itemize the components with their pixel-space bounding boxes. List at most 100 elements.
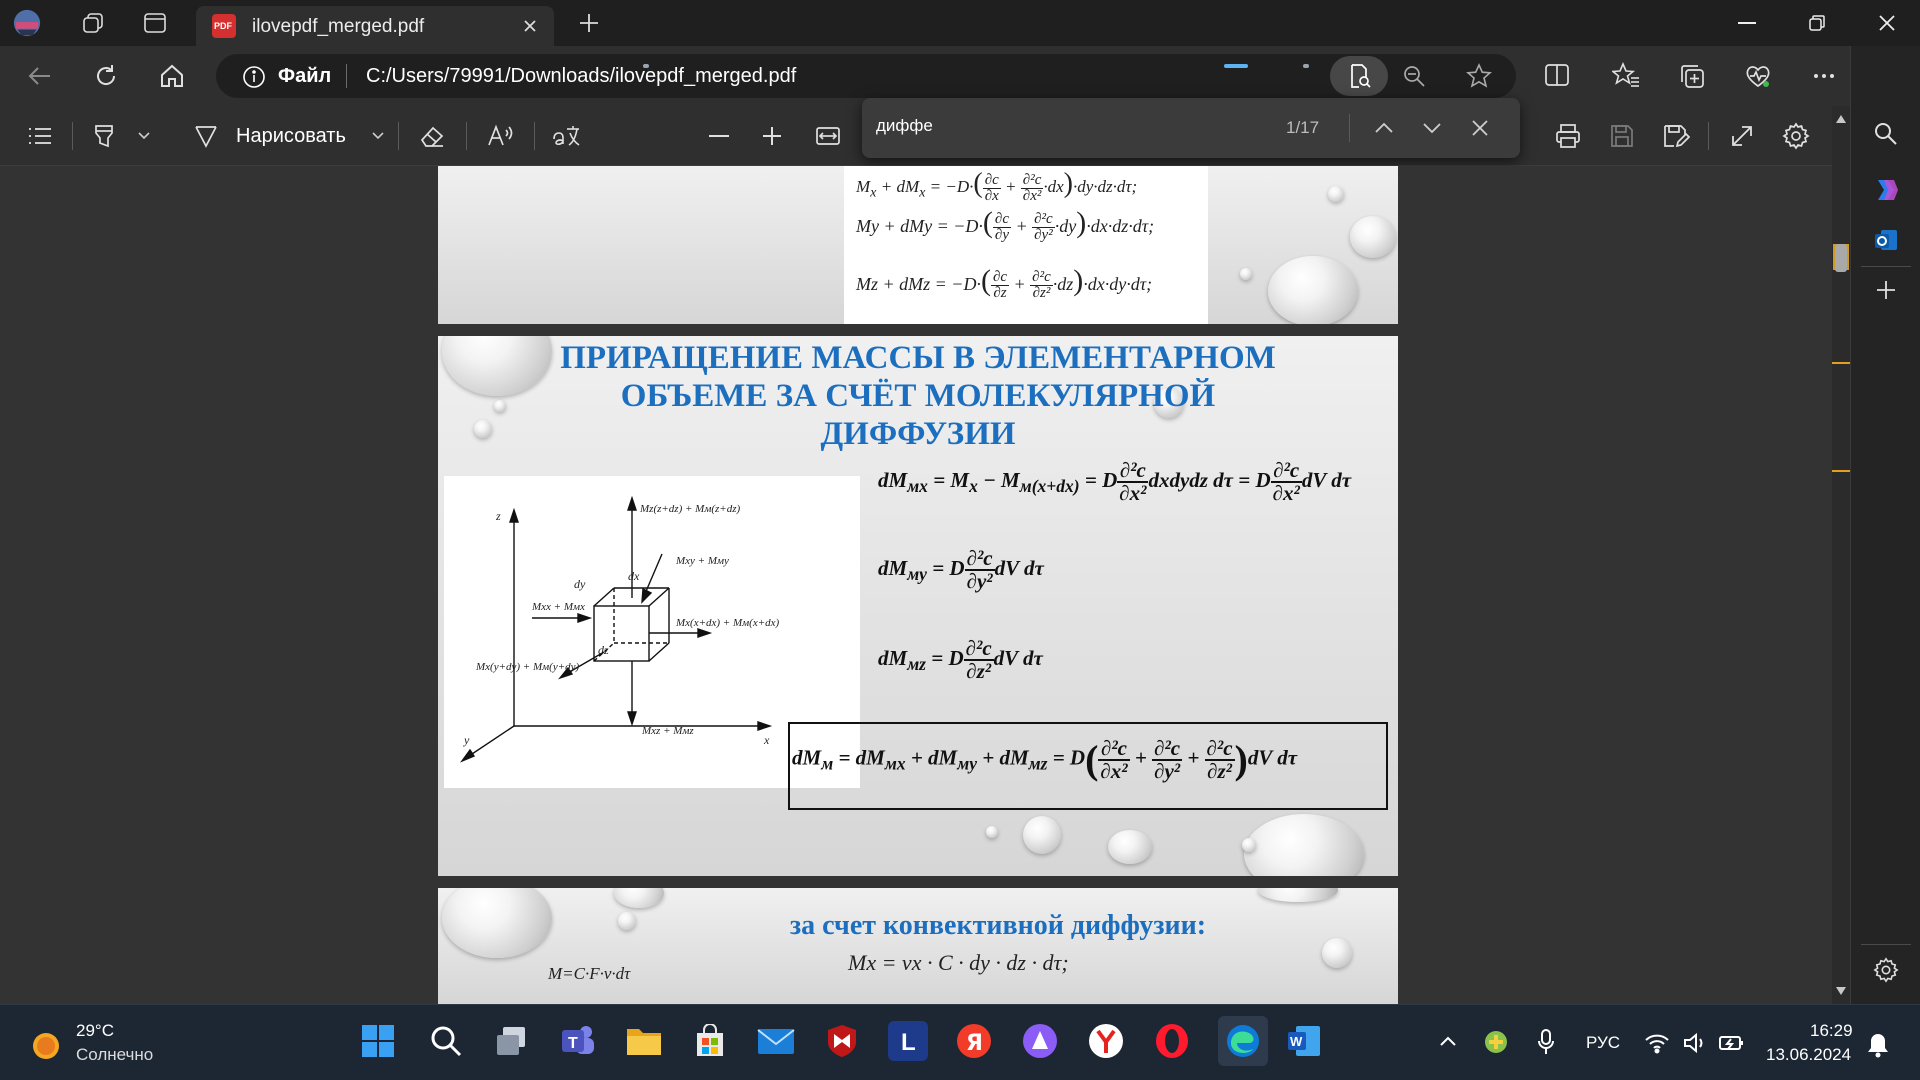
wifi-icon[interactable] <box>1644 1032 1670 1054</box>
read-mode-button[interactable] <box>1330 56 1388 96</box>
sidebar-divider <box>1861 944 1911 945</box>
weather-temperature[interactable]: 29°C <box>76 1021 114 1041</box>
scroll-down-arrow-icon[interactable] <box>1835 986 1847 996</box>
contents-list-icon[interactable] <box>24 120 56 152</box>
vertical-scrollbar[interactable] <box>1832 106 1850 1004</box>
minimize-button[interactable] <box>1718 4 1776 42</box>
teams-icon[interactable]: T <box>558 1021 598 1061</box>
opera-icon[interactable] <box>1152 1021 1192 1061</box>
clock-date[interactable]: 13.06.2024 <box>1766 1045 1851 1065</box>
pdf-settings-icon[interactable] <box>1780 120 1812 152</box>
translate-icon[interactable] <box>550 120 582 152</box>
weather-sun-icon[interactable] <box>28 1028 64 1064</box>
find-match-count: 1/17 <box>1286 118 1320 137</box>
find-in-page-popup: диффе 1/17 <box>862 98 1520 158</box>
microphone-icon[interactable] <box>1536 1028 1556 1056</box>
close-window-button[interactable] <box>1858 4 1916 42</box>
diagram-dz: dz <box>598 643 609 657</box>
sidebar-search-icon[interactable] <box>1868 116 1904 152</box>
fit-width-icon[interactable] <box>812 120 844 152</box>
back-icon[interactable] <box>26 62 54 90</box>
yandex-icon[interactable]: Я <box>954 1021 994 1061</box>
collections-icon[interactable] <box>1678 62 1706 90</box>
alice-icon[interactable] <box>1020 1021 1060 1061</box>
notification-bell-icon[interactable] <box>1866 1032 1890 1058</box>
browser-essentials-icon[interactable] <box>1744 62 1772 90</box>
draw-icon[interactable] <box>190 120 222 152</box>
diagram-label-bottom: Mxz + Mмz <box>641 725 694 737</box>
slide-title-line: ОБЪЕМЕ ЗА СЧЁТ МОЛЕКУЛЯРНОЙ <box>620 378 1216 414</box>
save-as-icon[interactable] <box>1660 120 1692 152</box>
find-input[interactable]: диффе <box>876 116 933 136</box>
outlook-icon[interactable] <box>1868 222 1904 258</box>
split-screen-icon[interactable] <box>1544 62 1570 88</box>
zoom-out-button[interactable] <box>704 120 736 152</box>
draw-dropdown-icon[interactable] <box>362 120 394 152</box>
zoom-out-icon[interactable] <box>1402 64 1426 88</box>
toolbar-divider <box>466 122 467 150</box>
water-drop-decoration <box>1023 816 1061 854</box>
add-sidebar-app-icon[interactable] <box>1868 272 1904 308</box>
mail-icon[interactable] <box>756 1021 796 1061</box>
equation-dm-z: dMмz = D ∂²c ∂z² dV dτ <box>878 636 1043 683</box>
clock-time[interactable]: 16:29 <box>1810 1021 1853 1041</box>
volume-icon[interactable] <box>1682 1032 1708 1054</box>
home-icon[interactable] <box>158 62 186 90</box>
copilot-icon[interactable] <box>1868 172 1904 208</box>
favorite-star-icon[interactable] <box>1466 63 1492 89</box>
eraser-icon[interactable] <box>416 120 448 152</box>
more-menu-icon[interactable] <box>1810 62 1838 90</box>
print-icon[interactable] <box>1552 120 1584 152</box>
zoom-in-button[interactable] <box>756 120 788 152</box>
diagram-dy: dy <box>574 577 586 591</box>
close-tab-icon[interactable] <box>520 16 540 36</box>
workspaces-icon[interactable] <box>78 8 108 38</box>
find-next-icon[interactable] <box>1420 116 1444 140</box>
l-app-icon[interactable]: L <box>888 1021 928 1061</box>
toolbar-divider <box>534 122 535 150</box>
input-language[interactable]: РУС <box>1586 1033 1620 1053</box>
pdf-viewer[interactable]: Mx + dMx = −D·(∂c ∂x + ∂²c ∂x² ·dx)·dy·dz·d… <box>0 166 1832 1004</box>
word-icon[interactable]: W <box>1284 1021 1324 1061</box>
yandex-browser-icon[interactable] <box>1086 1021 1126 1061</box>
start-icon[interactable] <box>358 1021 398 1061</box>
water-drop-decoration <box>1244 814 1364 876</box>
slide-title-line: ПРИРАЩЕНИЕ МАССЫ В ЭЛЕМЕНТАРНОМ <box>560 340 1276 376</box>
draw-label[interactable]: Нарисовать <box>236 125 346 148</box>
search-icon[interactable] <box>426 1021 466 1061</box>
tray-app-icon[interactable] <box>1484 1030 1508 1054</box>
file-explorer-icon[interactable] <box>624 1021 664 1061</box>
new-tab-button[interactable] <box>574 8 604 38</box>
scroll-up-arrow-icon[interactable] <box>1835 114 1847 124</box>
address-url[interactable]: C:/Users/79991/Downloads/ilovepdf_merged… <box>366 65 796 88</box>
save-icon[interactable] <box>1606 120 1638 152</box>
favorites-icon[interactable] <box>1612 62 1640 88</box>
mcafee-icon[interactable] <box>822 1021 862 1061</box>
find-previous-icon[interactable] <box>1372 116 1396 140</box>
equation-dm-y: dMмy = D ∂²c ∂y² dV dτ <box>878 546 1044 593</box>
profile-avatar[interactable] <box>12 8 42 38</box>
find-divider <box>1349 114 1350 142</box>
tab-actions-icon[interactable] <box>140 8 170 38</box>
address-bar[interactable]: Файл C:/Users/79991/Downloads/ilovepdf_m… <box>216 54 1516 98</box>
scroll-thumb[interactable] <box>1835 244 1847 272</box>
equation-box: Mx + dMx = −D·(∂c ∂x + ∂²c ∂x² ·dx)·dy·dz·d… <box>844 166 1208 324</box>
highlight-icon[interactable] <box>88 120 120 152</box>
battery-charging-icon[interactable] <box>1718 1032 1746 1054</box>
task-view-icon[interactable] <box>492 1021 532 1061</box>
refresh-icon[interactable] <box>92 62 120 90</box>
read-aloud-icon[interactable] <box>484 120 516 152</box>
title-bar: PDF ilovepdf_merged.pdf <box>0 0 1920 46</box>
fullscreen-icon[interactable] <box>1726 120 1758 152</box>
info-icon[interactable] <box>242 65 266 89</box>
restore-button[interactable] <box>1788 4 1846 42</box>
weather-description[interactable]: Солнечно <box>76 1045 153 1065</box>
water-drop-decoration <box>1108 830 1152 864</box>
show-hidden-icons-chevron-icon[interactable] <box>1438 1034 1458 1048</box>
highlight-dropdown-icon[interactable] <box>128 120 160 152</box>
sidebar-settings-icon[interactable] <box>1868 952 1904 988</box>
find-close-icon[interactable] <box>1468 116 1492 140</box>
microsoft-store-icon[interactable] <box>690 1021 730 1061</box>
edge-icon[interactable] <box>1218 1016 1268 1066</box>
tab-pdf[interactable]: PDF ilovepdf_merged.pdf <box>196 6 554 46</box>
